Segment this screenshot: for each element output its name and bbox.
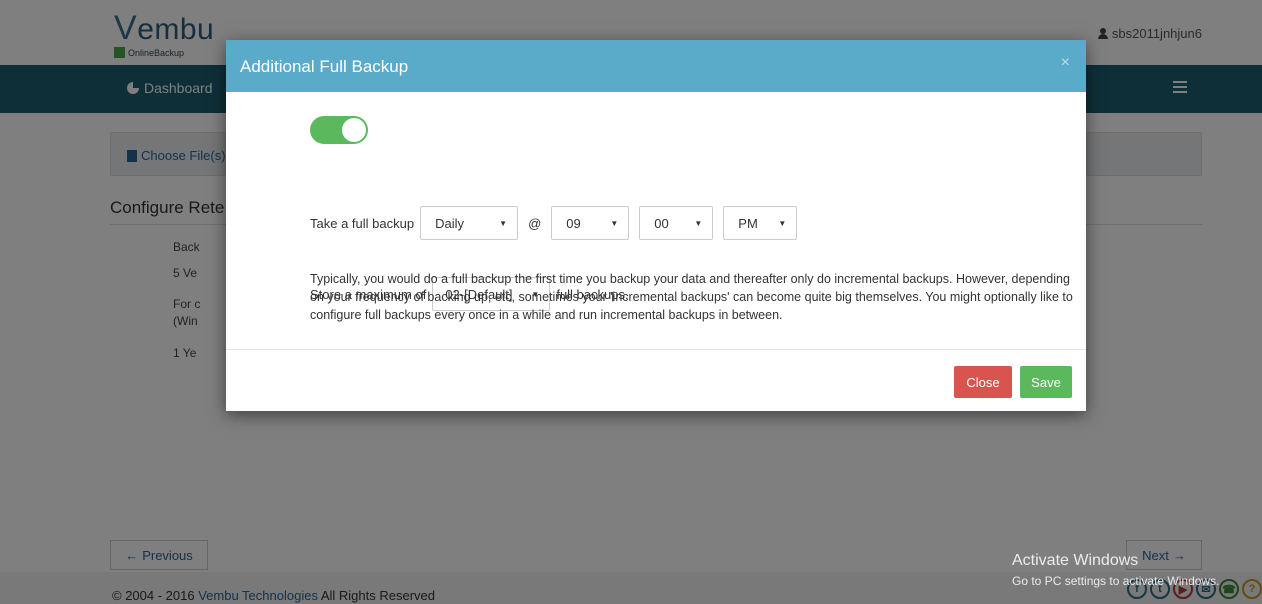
at-symbol: @ [528,215,542,231]
caret-down-icon: ▼ [694,218,703,228]
minute-select[interactable]: 00 ▼ [639,206,714,240]
caret-down-icon: ▼ [499,218,508,228]
activate-windows-subtitle: Go to PC settings to activate Windows. [1012,574,1220,588]
caret-down-icon: ▼ [778,218,787,228]
frequency-select[interactable]: Daily ▼ [420,206,519,240]
modal-title: Additional Full Backup [240,57,409,76]
toggle-knob [342,118,366,142]
full-backup-toggle[interactable] [310,116,368,144]
ampm-select[interactable]: PM ▼ [723,206,798,240]
close-button[interactable]: Close [954,366,1012,398]
modal-body: Take a full backup Daily ▼ @ 09 ▼ 00 ▼ PM ▼ … [226,92,1086,350]
modal-header: Additional Full Backup × [226,40,1086,92]
hour-select[interactable]: 09 ▼ [551,206,630,240]
save-button[interactable]: Save [1020,366,1072,398]
schedule-label: Take a full backup [310,215,415,231]
activate-windows-title: Activate Windows [1012,552,1139,569]
modal-footer: Close Save [226,350,1086,411]
caret-down-icon: ▼ [610,218,619,228]
full-backup-description: Typically, you would do a full backup th… [310,272,1073,322]
additional-full-backup-dialog: Additional Full Backup × Take a full bac… [226,40,1086,411]
schedule-row: Take a full backup Daily ▼ @ 09 ▼ 00 ▼ PM ▼ [310,206,798,240]
close-icon[interactable]: × [1061,54,1070,72]
